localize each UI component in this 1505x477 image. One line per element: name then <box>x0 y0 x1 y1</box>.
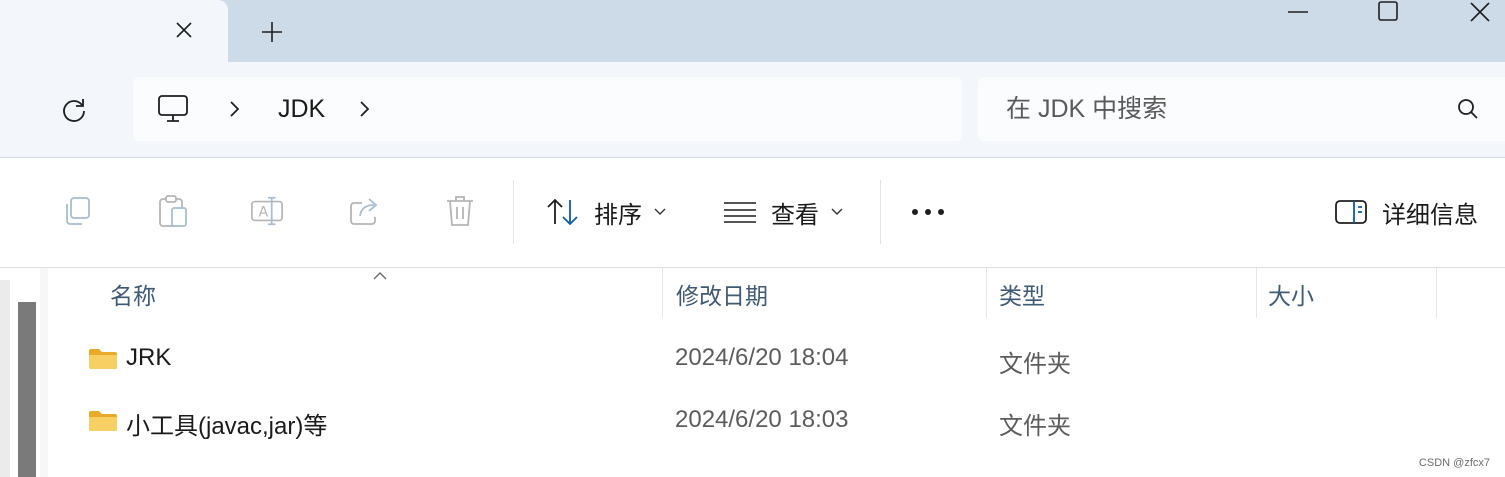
column-divider[interactable] <box>1436 268 1437 318</box>
title-bar <box>0 0 1505 62</box>
view-button[interactable]: 查看 <box>723 192 843 232</box>
column-divider[interactable] <box>986 268 987 318</box>
rename-icon: A <box>251 196 283 226</box>
breadcrumb-root[interactable] <box>157 94 189 129</box>
file-type: 文件夹 <box>999 351 1071 378</box>
minimize-button[interactable] <box>1274 0 1322 24</box>
view-list-icon <box>724 202 756 223</box>
paste-button[interactable] <box>156 194 190 228</box>
file-row[interactable]: JRK 2024/6/20 18:04 文件夹 <box>48 328 1505 390</box>
column-header-size[interactable]: 大小 <box>1268 268 1314 320</box>
file-modified: 2024/6/20 18:04 <box>675 344 849 371</box>
file-type: 文件夹 <box>999 413 1071 440</box>
maximize-icon <box>1378 1 1398 21</box>
search-icon <box>1458 99 1478 119</box>
file-name: JRK <box>126 344 172 371</box>
column-header-type[interactable]: 类型 <box>999 268 1045 320</box>
share-button[interactable] <box>348 194 382 228</box>
rename-button[interactable]: A <box>250 194 284 228</box>
close-icon <box>176 22 192 38</box>
details-label: 详细信息 <box>1382 201 1478 229</box>
search-input[interactable] <box>1006 91 1426 127</box>
close-icon <box>1470 2 1490 22</box>
share-icon <box>350 198 378 225</box>
window-close-button[interactable] <box>1456 0 1504 24</box>
chevron-right-icon <box>230 101 240 117</box>
refresh-button[interactable] <box>56 92 92 128</box>
new-tab-button[interactable] <box>256 16 288 48</box>
watermark: CSDN @zfcx7 <box>1418 457 1490 469</box>
copy-icon <box>66 197 90 225</box>
file-row[interactable]: 小工具(javac,jar)等 2024/6/20 18:03 文件夹 <box>48 390 1505 452</box>
toolbar-divider <box>880 180 881 244</box>
chevron-right-icon <box>360 101 370 117</box>
chevron-down-icon <box>654 208 666 216</box>
breadcrumb-separator[interactable] <box>357 99 373 124</box>
sort-icon <box>547 198 578 226</box>
navigation-bar: JDK <box>0 62 1505 158</box>
details-pane-button[interactable]: 详细信息 <box>1334 192 1478 232</box>
sort-ascending-icon <box>372 268 388 286</box>
view-label: 查看 <box>771 201 819 229</box>
paste-icon <box>159 195 187 227</box>
computer-icon <box>158 95 188 122</box>
maximize-button[interactable] <box>1364 0 1412 24</box>
sort-label: 排序 <box>594 201 642 229</box>
file-list: 名称 修改日期 类型 大小 JRK 2024/6/20 18:04 文件夹 小工… <box>0 268 1505 477</box>
details-pane-icon <box>1335 200 1367 224</box>
scrollbar-thumb[interactable] <box>18 302 36 477</box>
column-divider[interactable] <box>1256 268 1257 318</box>
sort-button[interactable]: 排序 <box>546 192 666 232</box>
plus-icon <box>262 22 282 42</box>
delete-button[interactable] <box>443 194 477 228</box>
chevron-down-icon <box>831 208 843 216</box>
file-modified: 2024/6/20 18:03 <box>675 406 849 433</box>
minimize-icon <box>1288 11 1308 13</box>
command-bar: A 排序 查看 详细信息 <box>0 158 1505 268</box>
more-icon <box>912 209 944 215</box>
navigation-pane-edge <box>40 268 48 477</box>
folder-icon <box>88 348 118 375</box>
search-box[interactable] <box>978 77 1505 141</box>
delete-icon <box>447 196 473 226</box>
refresh-icon <box>63 99 85 122</box>
breadcrumb-segment-jdk[interactable]: JDK <box>278 95 325 124</box>
column-header-modified[interactable]: 修改日期 <box>676 268 768 320</box>
column-divider[interactable] <box>662 268 663 318</box>
svg-text:A: A <box>259 205 269 221</box>
scrollbar-track[interactable] <box>0 280 10 477</box>
folder-icon <box>88 410 118 437</box>
tab-close-button[interactable] <box>168 14 200 46</box>
column-header-name[interactable]: 名称 <box>110 268 156 320</box>
toolbar-divider <box>513 180 514 244</box>
copy-button[interactable] <box>60 194 94 228</box>
search-button[interactable] <box>1456 97 1480 126</box>
more-options-button[interactable] <box>908 192 948 232</box>
address-bar[interactable]: JDK <box>133 77 962 141</box>
breadcrumb-separator[interactable] <box>227 99 243 124</box>
file-name: 小工具(javac,jar)等 <box>126 413 328 440</box>
